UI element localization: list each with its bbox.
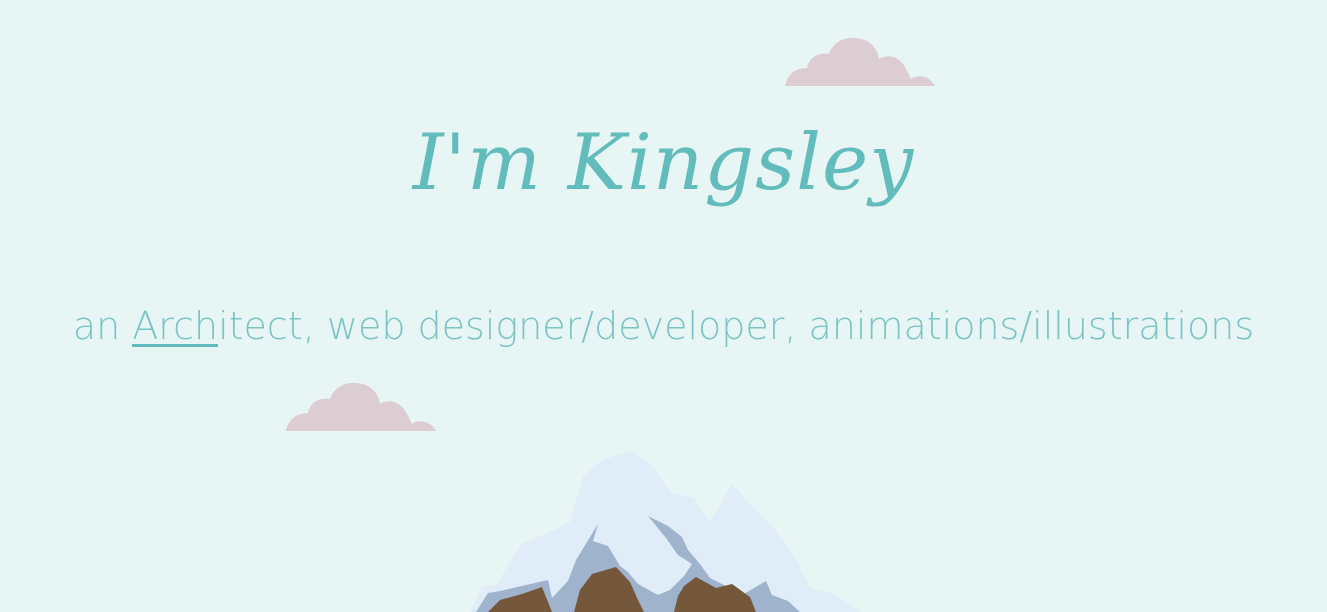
tagline-suffix: , web designer/developer, animations/ill… [302, 304, 1255, 348]
cloud-icon [286, 382, 436, 431]
hero-section: I'm Kingsley an Architect, web designer/… [0, 0, 1327, 612]
typed-word-visible: Arch [132, 304, 219, 348]
page-title: I'm Kingsley [412, 118, 915, 208]
typed-word: Arch [132, 307, 219, 347]
tagline: an Architect, web designer/developer, an… [0, 302, 1327, 350]
tagline-prefix: an [72, 304, 133, 348]
mountain-illustration [470, 450, 862, 612]
typed-word-rest: itect [218, 304, 303, 348]
cloud-icon [785, 37, 935, 86]
